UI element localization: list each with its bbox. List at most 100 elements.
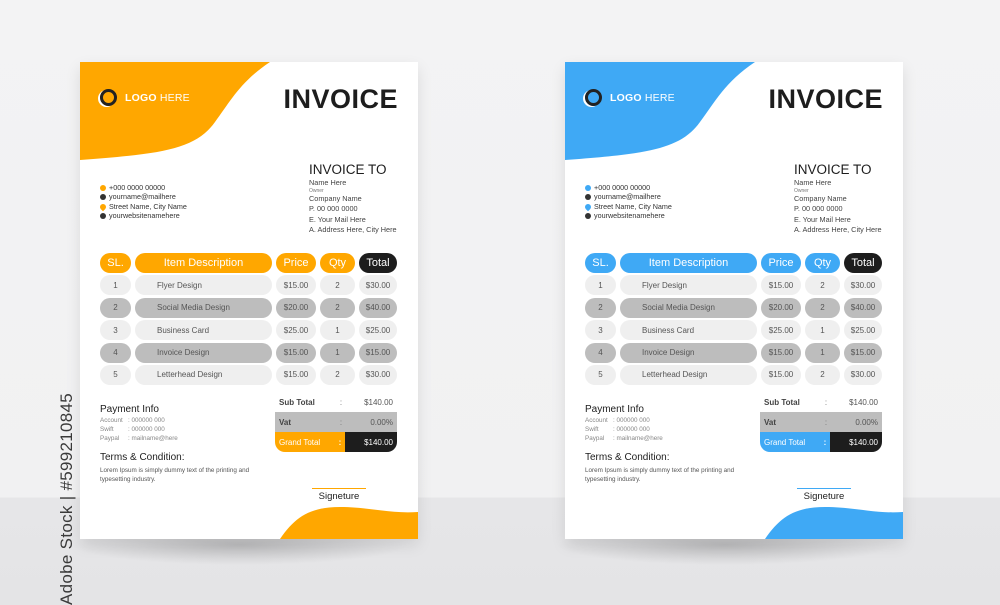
cell-sl: 4 [585, 342, 616, 363]
contact-list: +000 0000 00000 yourname@mailhere Street N… [583, 183, 672, 221]
table-row: 3 Business Card $25.00 1 $25.00 [585, 320, 882, 341]
terms-text: Lorem Ipsum is simply dummy text of the … [585, 467, 735, 483]
cell-sl: 1 [100, 275, 131, 296]
cell-qty: 2 [805, 364, 840, 385]
cell-sl: 5 [100, 364, 131, 385]
cell-qty: 2 [805, 297, 840, 318]
table-row: 3 Business Card $25.00 1 $25.00 [100, 320, 397, 341]
table-header: SL. Item Description Price Qty Total [100, 253, 397, 273]
location-pin-icon [98, 202, 108, 211]
client-address: A. Address Here, City Here [309, 225, 397, 234]
cell-total: $15.00 [844, 342, 882, 363]
cell-price: $25.00 [761, 320, 801, 341]
cell-qty: 2 [320, 297, 355, 318]
grand-total-value: $140.00 [345, 432, 397, 452]
table-row: 1 Flyer Design $15.00 2 $30.00 [100, 275, 397, 296]
stock-watermark: Adobe Stock | #599210845 [57, 392, 76, 605]
invoice-to-block: INVOICE TO Name Here Owner Company Name … [309, 162, 397, 236]
cell-desc: Flyer Design [135, 275, 272, 296]
contact-item: Street Name, City Name [583, 202, 672, 211]
cell-price: $15.00 [761, 342, 801, 363]
logo-text: LOGO HERE [610, 91, 675, 104]
contact-item: yourwebsitenamehere [100, 211, 187, 220]
cell-desc: Social Media Design [620, 297, 757, 318]
cell-desc: Flyer Design [620, 275, 757, 296]
subtotal-value: $140.00 [364, 397, 393, 407]
vat-row: Vat : 0.00% [275, 412, 397, 432]
invoice-to-heading: INVOICE TO [309, 162, 387, 177]
payment-heading: Payment Info [100, 404, 159, 415]
subtotal-row: Sub Total : $140.00 [760, 392, 882, 412]
client-address: A. Address Here, City Here [794, 225, 882, 234]
column-header: Qty [805, 253, 840, 273]
vat-value: 0.00% [855, 417, 878, 427]
terms-heading: Terms & Condition: [100, 452, 185, 463]
subtotal-value: $140.00 [849, 397, 878, 407]
cell-total: $30.00 [844, 364, 882, 385]
subtotal-row: Sub Total : $140.00 [275, 392, 397, 412]
terms-heading: Terms & Condition: [585, 452, 670, 463]
table-row: 4 Invoice Design $15.00 1 $15.00 [100, 342, 397, 363]
cell-price: $15.00 [276, 364, 316, 385]
cell-total: $40.00 [359, 297, 397, 318]
cell-desc: Invoice Design [620, 342, 757, 363]
items-table: SL. Item Description Price Qty Total 1 Flyer D… [100, 253, 397, 387]
table-row: 1 Flyer Design $15.00 2 $30.00 [585, 275, 882, 296]
cell-desc: Invoice Design [135, 342, 272, 363]
logo-ring-icon [100, 89, 117, 106]
table-row: 4 Invoice Design $15.00 1 $15.00 [585, 342, 882, 363]
column-header: Price [761, 253, 801, 273]
payment-row: Swift: 000000 000 [100, 425, 165, 433]
globe-icon [100, 212, 106, 219]
vat-value: 0.00% [370, 417, 393, 427]
client-phone: P. 00 000 0000 [309, 204, 358, 213]
cell-qty: 1 [320, 342, 355, 363]
payment-row: Paypal: mailname@here [585, 434, 663, 442]
cell-total: $15.00 [359, 342, 397, 363]
grand-total-row: Grand Total : $140.00 [760, 432, 882, 452]
cell-qty: 2 [805, 275, 840, 296]
grand-total-row: Grand Total : $140.00 [275, 432, 397, 452]
logo-ring-icon [585, 89, 602, 106]
contact-item: Street Name, City Name [98, 202, 187, 211]
terms-block: Terms & Condition: Lorem Ipsum is simply… [585, 452, 735, 484]
cell-sl: 4 [100, 342, 131, 363]
table-row: 2 Social Media Design $20.00 2 $40.00 [100, 297, 397, 318]
vat-row: Vat : 0.00% [760, 412, 882, 432]
contact-item: yourname@mailhere [100, 192, 187, 201]
invoice-title: INVOICE [768, 84, 883, 114]
globe-icon [585, 212, 591, 219]
contact-list: +000 0000 00000 yourname@mailhere Street N… [98, 183, 187, 221]
cell-qty: 1 [805, 342, 840, 363]
table-row: 5 Letterhead Design $15.00 2 $30.00 [100, 364, 397, 385]
cell-desc: Social Media Design [135, 297, 272, 318]
payment-row: Swift: 000000 000 [585, 425, 650, 433]
cell-total: $30.00 [359, 364, 397, 385]
cell-desc: Letterhead Design [135, 364, 272, 385]
cell-sl: 5 [585, 364, 616, 385]
payment-info: Payment Info Account: 000000 000 Swift: 0… [585, 404, 663, 443]
client-email: E. Your Mail Here [309, 214, 366, 224]
invoice-to-block: INVOICE TO Name Here Owner Company Name … [794, 162, 882, 236]
cell-sl: 2 [100, 297, 131, 318]
table-row: 5 Letterhead Design $15.00 2 $30.00 [585, 364, 882, 385]
column-header: Qty [320, 253, 355, 273]
column-header: Total [359, 253, 397, 273]
cell-desc: Business Card [620, 320, 757, 341]
column-header: Item Description [135, 253, 272, 273]
invoice-page-blue: LOGO HERE INVOICE +000 0000 00000 yournam… [565, 62, 903, 539]
terms-block: Terms & Condition: Lorem Ipsum is simply… [100, 452, 250, 484]
cell-desc: Business Card [135, 320, 272, 341]
location-pin-icon [583, 202, 593, 211]
mail-icon [100, 194, 106, 201]
cell-desc: Letterhead Design [620, 364, 757, 385]
cell-price: $20.00 [276, 297, 316, 318]
cell-qty: 2 [320, 364, 355, 385]
client-company: Company Name [794, 193, 847, 203]
payment-info: Payment Info Account: 000000 000 Swift: 0… [100, 404, 178, 443]
cell-total: $30.00 [359, 275, 397, 296]
contact-item: +000 0000 00000 [100, 183, 187, 192]
column-header: SL. [100, 253, 131, 273]
invoice-to-heading: INVOICE TO [794, 162, 872, 177]
totals-block: Sub Total : $140.00 Vat : 0.00% Grand To… [275, 392, 397, 452]
